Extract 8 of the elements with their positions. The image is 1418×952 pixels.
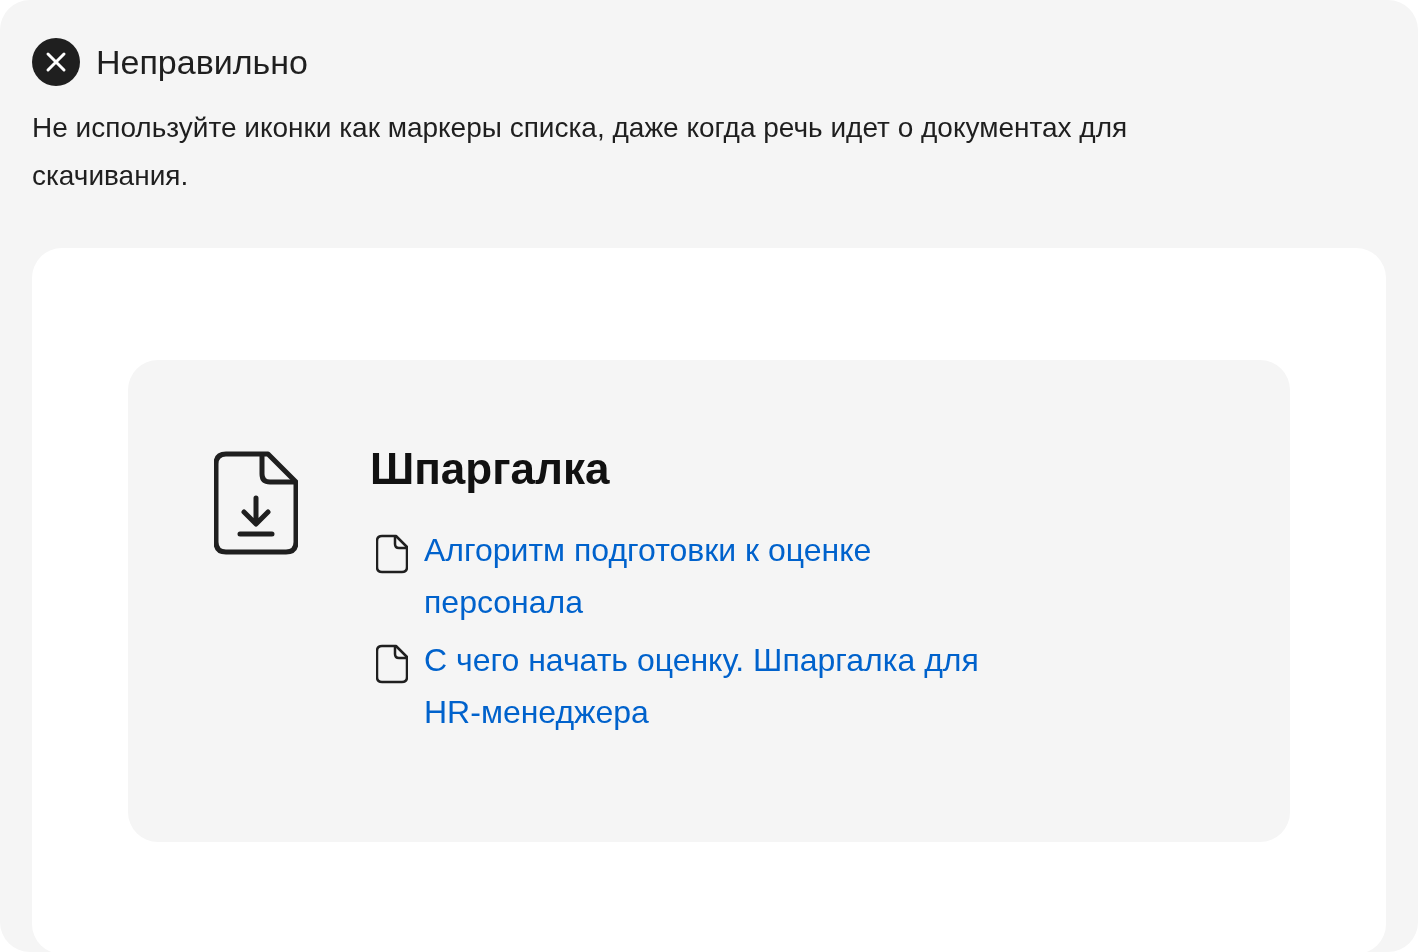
document-download-icon <box>214 450 298 556</box>
document-icon <box>376 644 408 684</box>
document-link[interactable]: Алгоритм подготовки к оценке персонала <box>424 524 1024 628</box>
panel-title: Шпаргалка <box>370 444 611 494</box>
description-text: Не используйте иконки как маркеры списка, даже когда речь идет о документах для скачивания. <box>32 111 1129 193</box>
document-icon <box>376 534 408 574</box>
document-link[interactable]: С чего начать оценку. Шпаргалка для HR-менеджера <box>424 634 1024 738</box>
verdict-title: Неправильно <box>96 42 308 82</box>
